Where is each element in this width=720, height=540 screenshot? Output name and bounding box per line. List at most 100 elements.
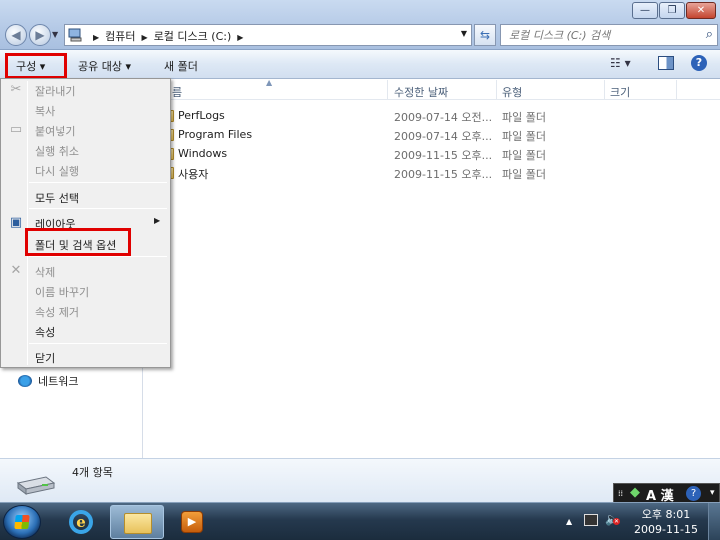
- file-date: 2009-07-14 오전...: [394, 111, 493, 124]
- nav-item-label: 네트워크: [38, 375, 79, 388]
- file-type: 파일 폴더: [502, 149, 546, 162]
- column-size[interactable]: 크기: [610, 84, 630, 100]
- view-menu-icon[interactable]: ☷ ▾: [610, 56, 631, 70]
- column-name[interactable]: 름: [172, 84, 182, 100]
- clipboard-icon: ▭: [9, 122, 23, 137]
- share-with-button[interactable]: 공유 대상 ▾: [78, 58, 131, 74]
- maximize-button[interactable]: ❐: [659, 2, 685, 19]
- hard-drive-icon: [16, 476, 56, 495]
- file-name: Windows: [178, 147, 228, 160]
- grip-icon[interactable]: ⁞⁞: [618, 489, 623, 498]
- delete-icon: ✕: [10, 263, 22, 278]
- new-folder-button[interactable]: 새 폴더: [164, 58, 198, 74]
- menu-item-delete[interactable]: 삭제: [35, 264, 55, 280]
- file-type: 파일 폴더: [502, 111, 546, 124]
- nav-item-network[interactable]: 네트워크: [18, 373, 78, 389]
- menu-item-remove-properties[interactable]: 속성 제거: [35, 304, 79, 320]
- highlight-folder-options: [25, 228, 131, 256]
- column-divider[interactable]: [604, 80, 605, 100]
- menu-item-close[interactable]: 닫기: [35, 350, 55, 366]
- muted-badge-icon: ✕: [613, 518, 620, 525]
- taskbar-media-player[interactable]: ▶: [165, 505, 219, 539]
- clock[interactable]: 오후 8:01 2009-11-15: [626, 507, 706, 537]
- menu-item-select-all[interactable]: 모두 선택: [35, 190, 79, 206]
- computer-icon: [68, 28, 82, 42]
- media-player-icon: ▶: [181, 511, 203, 533]
- taskbar-internet-explorer[interactable]: e: [55, 505, 109, 539]
- help-icon[interactable]: ?: [691, 55, 707, 71]
- menu-gutter: [27, 81, 28, 365]
- menu-separator: [29, 182, 167, 183]
- file-row[interactable]: 사용자 2009-11-15 오후... 파일 폴더: [144, 164, 720, 183]
- file-row[interactable]: Windows 2009-11-15 오후... 파일 폴더: [144, 145, 720, 164]
- file-date: 2009-11-15 오후...: [394, 168, 493, 181]
- details-pane: 4개 항목: [0, 458, 720, 502]
- preview-pane-icon[interactable]: [658, 56, 674, 70]
- language-bar[interactable]: ⁞⁞ ◆ A 漢 ? ▾: [613, 483, 720, 504]
- address-dropdown-icon[interactable]: ▼: [461, 29, 467, 38]
- menu-item-rename[interactable]: 이름 바꾸기: [35, 284, 89, 300]
- refresh-button[interactable]: ⇆: [474, 24, 496, 46]
- organize-menu: ✂ 잘라내기 복사 ▭ 붙여넣기 실행 취소 다시 실행 모두 선택 ▣ 레이아…: [0, 78, 171, 368]
- file-type: 파일 폴더: [502, 168, 546, 181]
- minimize-button[interactable]: —: [632, 2, 658, 19]
- sort-arrow-icon: ▲: [266, 78, 273, 87]
- menu-separator: [29, 256, 167, 257]
- menu-item-cut[interactable]: 잘라내기: [35, 83, 75, 99]
- menu-separator: [29, 343, 167, 344]
- column-headers: ▲ 름 수정한 날짜 유형 크기: [144, 78, 720, 100]
- search-icon[interactable]: ⌕: [706, 27, 713, 42]
- command-bar: 구성 ▾ 공유 대상 ▾ 새 폴더 ☷ ▾ ?: [0, 50, 720, 79]
- file-name: PerfLogs: [178, 109, 225, 122]
- clock-time: 오후 8:01: [641, 508, 691, 521]
- recent-pages-dropdown[interactable]: ▼: [52, 30, 58, 39]
- breadcrumb-chevron-icon[interactable]: ▶: [93, 33, 99, 42]
- menu-item-undo[interactable]: 실행 취소: [35, 143, 79, 159]
- column-divider[interactable]: [676, 80, 677, 100]
- title-bar: — ❐ ✕ ◀ ▶ ▼ ▶ 컴퓨터 ▶ 로컬 디스크 (C:) ▶ ▼ ⇆ ⌕: [0, 0, 720, 50]
- taskbar-file-explorer[interactable]: [110, 505, 164, 539]
- breadcrumb-computer[interactable]: 컴퓨터: [105, 30, 135, 43]
- internet-explorer-icon: e: [69, 510, 93, 534]
- folder-icon: [124, 513, 152, 534]
- start-button[interactable]: [3, 505, 41, 539]
- ime-mode-icon[interactable]: ◆: [630, 485, 640, 500]
- file-name: 사용자: [178, 168, 209, 181]
- highlight-organize: [5, 53, 67, 79]
- scissors-icon: ✂: [10, 82, 22, 97]
- show-hidden-icons-button[interactable]: ▲: [566, 517, 572, 526]
- file-list: ▲ 름 수정한 날짜 유형 크기 PerfLogs 2009-07-14 오전.…: [144, 78, 720, 458]
- column-divider[interactable]: [496, 80, 497, 100]
- search-box[interactable]: ⌕: [500, 24, 718, 46]
- column-type[interactable]: 유형: [502, 84, 522, 100]
- network-tray-icon[interactable]: [584, 514, 598, 526]
- menu-item-copy[interactable]: 복사: [35, 103, 55, 119]
- column-divider[interactable]: [387, 80, 388, 100]
- menu-item-properties[interactable]: 속성: [35, 324, 55, 340]
- clock-date: 2009-11-15: [634, 523, 698, 536]
- help-icon[interactable]: ?: [686, 486, 701, 501]
- column-date[interactable]: 수정한 날짜: [394, 84, 448, 100]
- forward-button[interactable]: ▶: [29, 24, 51, 46]
- menu-separator: [29, 208, 167, 209]
- breadcrumb-chevron-icon[interactable]: ▶: [237, 33, 243, 42]
- show-desktop-button[interactable]: [708, 503, 720, 540]
- menu-item-redo[interactable]: 다시 실행: [35, 163, 79, 179]
- breadcrumb-chevron-icon[interactable]: ▶: [142, 33, 148, 42]
- item-count: 4개 항목: [72, 466, 113, 479]
- submenu-arrow-icon: ▶: [154, 216, 161, 225]
- file-date: 2009-07-14 오후...: [394, 130, 493, 143]
- back-button[interactable]: ◀: [5, 24, 27, 46]
- file-name: Program Files: [178, 128, 253, 141]
- file-row[interactable]: PerfLogs 2009-07-14 오전... 파일 폴더: [144, 107, 720, 126]
- layout-icon: ▣: [9, 215, 23, 230]
- options-icon[interactable]: ▾: [710, 488, 715, 498]
- file-row[interactable]: Program Files 2009-07-14 오후... 파일 폴더: [144, 126, 720, 145]
- address-bar[interactable]: ▶ 컴퓨터 ▶ 로컬 디스크 (C:) ▶ ▼: [64, 24, 472, 46]
- search-input[interactable]: [501, 25, 691, 45]
- taskbar: e ▶ ▲ 🔈 ✕ 오후 8:01 2009-11-15: [0, 502, 720, 540]
- menu-item-paste[interactable]: 붙여넣기: [35, 123, 75, 139]
- close-button[interactable]: ✕: [686, 2, 716, 19]
- breadcrumb-local-disk[interactable]: 로컬 디스크 (C:): [154, 30, 232, 43]
- network-icon: [18, 375, 32, 387]
